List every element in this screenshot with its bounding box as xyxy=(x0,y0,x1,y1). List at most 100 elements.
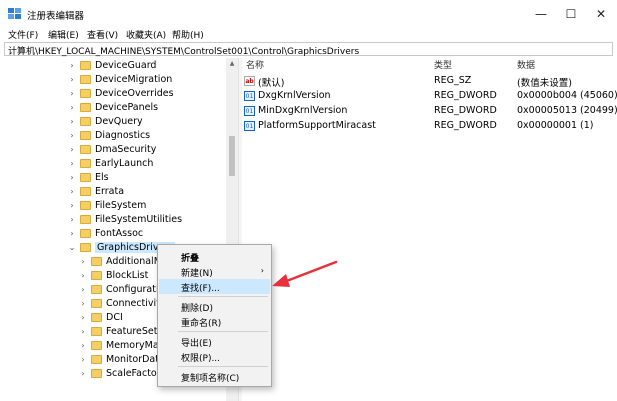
menu-favorites[interactable]: 收藏夹(A) xyxy=(126,28,166,41)
submenu-arrow-icon: › xyxy=(260,266,264,275)
folder-icon xyxy=(91,270,102,280)
tree-item[interactable]: › EarlyLaunch xyxy=(67,156,153,170)
value-row[interactable]: 01 MinDxgKrnlVersion REG_DWORD 0x00005013 (… xyxy=(242,104,617,118)
minimize-button[interactable]: — xyxy=(526,0,556,28)
tree-item[interactable]: › Connectivity xyxy=(78,296,165,310)
tree-item-label: DevQuery xyxy=(95,115,143,127)
tree-item-label: Errata xyxy=(95,185,125,197)
folder-icon xyxy=(91,312,102,322)
tree-item[interactable]: › BlockList xyxy=(78,268,148,282)
context-menu-item[interactable]: 导出(E) xyxy=(159,334,270,349)
menu-view[interactable]: 查看(V) xyxy=(87,28,118,41)
context-menu-item[interactable]: 折叠 xyxy=(159,249,270,264)
column-header-name[interactable]: 名称 xyxy=(246,58,264,72)
chevron-right-icon[interactable]: › xyxy=(67,103,77,112)
chevron-right-icon[interactable]: › xyxy=(67,187,77,196)
scroll-up-arrow-icon[interactable]: ▲ xyxy=(226,58,238,70)
address-path[interactable]: 计算机\HKEY_LOCAL_MACHINE\SYSTEM\ControlSet… xyxy=(8,44,359,57)
chevron-right-icon[interactable]: › xyxy=(78,285,88,294)
chevron-right-icon[interactable]: › xyxy=(78,257,88,266)
folder-icon xyxy=(80,88,91,98)
context-menu: 折叠 新建(N) › 查找(F)... 删除(D) 重命名(R) 导出(E) 权限(P)...… xyxy=(157,244,272,387)
chevron-right-icon[interactable]: › xyxy=(67,215,77,224)
value-type: REG_SZ xyxy=(434,75,472,86)
tree-item[interactable]: › DCI xyxy=(78,310,123,324)
folder-icon xyxy=(91,284,102,294)
tree-item[interactable]: › DeviceGuard xyxy=(67,58,156,72)
value-data: 0x00005013 (20499) xyxy=(517,105,617,116)
tree-item[interactable]: › MemoryMan xyxy=(78,338,164,352)
context-menu-item[interactable]: 查找(F)... xyxy=(159,279,270,294)
chevron-right-icon[interactable]: › xyxy=(67,173,77,182)
tree-item[interactable]: › DevQuery xyxy=(67,114,143,128)
tree-item-label: DmaSecurity xyxy=(95,143,157,155)
value-name: MinDxgKrnlVersion xyxy=(258,105,348,116)
chevron-right-icon[interactable]: › xyxy=(78,355,88,364)
menu-edit[interactable]: 编辑(E) xyxy=(48,28,79,41)
tree-item[interactable]: › FontAssoc xyxy=(67,226,143,240)
chevron-right-icon[interactable]: › xyxy=(78,271,88,280)
chevron-right-icon[interactable]: › xyxy=(78,299,88,308)
value-row[interactable]: ab (默认) REG_SZ (数值未设置) xyxy=(242,74,617,89)
chevron-right-icon[interactable]: › xyxy=(67,117,77,126)
context-menu-item[interactable]: 复制项名称(C) xyxy=(159,369,270,384)
folder-icon xyxy=(80,186,91,196)
context-menu-item-label: 删除(D) xyxy=(181,304,213,314)
chevron-right-icon[interactable]: › xyxy=(67,89,77,98)
chevron-right-icon[interactable]: › xyxy=(67,61,77,70)
chevron-right-icon[interactable]: › xyxy=(78,313,88,322)
context-menu-item[interactable]: 重命名(R) xyxy=(159,314,270,329)
folder-icon xyxy=(91,354,102,364)
close-button[interactable]: ✕ xyxy=(586,0,616,28)
chevron-right-icon[interactable]: › xyxy=(67,159,77,168)
chevron-right-icon[interactable]: › xyxy=(67,131,77,140)
context-menu-item[interactable]: 新建(N) › xyxy=(159,264,270,279)
address-bar[interactable]: 计算机\HKEY_LOCAL_MACHINE\SYSTEM\ControlSet… xyxy=(4,42,613,57)
chevron-right-icon[interactable]: › xyxy=(67,145,77,154)
close-icon: ✕ xyxy=(595,7,607,21)
context-menu-item[interactable]: 删除(D) xyxy=(159,299,270,314)
chevron-right-icon[interactable]: › xyxy=(78,341,88,350)
value-row[interactable]: 01 PlatformSupportMiracast REG_DWORD 0x0000… xyxy=(242,119,617,133)
chevron-down-icon[interactable]: ⌄ xyxy=(67,243,77,252)
tree-item-label: DevicePanels xyxy=(95,101,159,113)
column-header-data[interactable]: 数据 xyxy=(517,58,535,72)
tree-item[interactable]: › DmaSecurity xyxy=(67,142,156,156)
tree-item[interactable]: › DevicePanels xyxy=(67,100,158,114)
tree-item[interactable]: › FileSystemUtilities xyxy=(67,212,182,226)
tree-item[interactable]: › FeatureSetUs xyxy=(78,324,169,338)
chevron-right-icon[interactable]: › xyxy=(67,75,77,84)
column-header-type[interactable]: 类型 xyxy=(434,58,452,72)
tree-item-label: FileSystem xyxy=(95,199,147,211)
menu-separator xyxy=(178,296,268,297)
tree-item[interactable]: › DeviceOverrides xyxy=(67,86,173,100)
chevron-right-icon[interactable]: › xyxy=(78,327,88,336)
tree-item-label: DCI xyxy=(106,311,123,323)
chevron-right-icon[interactable]: › xyxy=(67,201,77,210)
menu-file[interactable]: 文件(F) xyxy=(8,28,38,41)
chevron-right-icon[interactable]: › xyxy=(67,229,77,238)
tree-item-label: EarlyLaunch xyxy=(95,157,154,169)
scrollbar-thumb[interactable] xyxy=(229,136,235,176)
folder-icon xyxy=(80,102,91,112)
tree-item[interactable]: › DeviceMigration xyxy=(67,72,172,86)
binary-value-icon: 01 xyxy=(244,106,255,116)
value-row[interactable]: 01 DxgKrnlVersion REG_DWORD 0x0000b004 (450… xyxy=(242,89,617,103)
folder-icon xyxy=(91,298,102,308)
chevron-right-icon[interactable]: › xyxy=(78,369,88,378)
maximize-button[interactable]: ☐ xyxy=(556,0,586,28)
tree-item[interactable]: › FileSystem xyxy=(67,198,146,212)
tree-item[interactable]: › Els xyxy=(67,170,109,184)
value-name: (默认) xyxy=(258,78,285,89)
folder-icon xyxy=(80,214,91,224)
tree-item[interactable]: › Errata xyxy=(67,184,124,198)
tree-item[interactable]: › AdditionalMo xyxy=(78,254,167,268)
menu-help[interactable]: 帮助(H) xyxy=(172,28,204,41)
value-data: 0x0000b004 (45060) xyxy=(517,90,617,101)
tree-item[interactable]: › Diagnostics xyxy=(67,128,150,142)
context-menu-item[interactable]: 权限(P)... xyxy=(159,349,270,364)
context-menu-item-label: 复制项名称(C) xyxy=(181,374,240,384)
folder-icon xyxy=(80,74,91,84)
tree-item[interactable]: › ScaleFactors xyxy=(78,366,165,380)
tree-item-label: Els xyxy=(95,171,109,183)
